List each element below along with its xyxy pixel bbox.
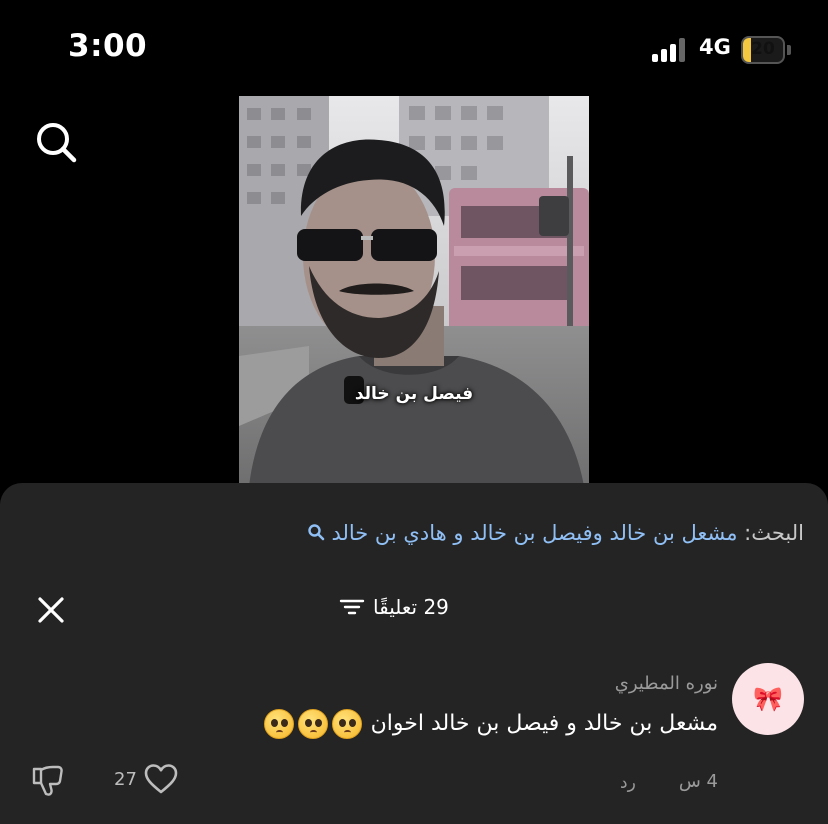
search-icon-small bbox=[308, 524, 325, 541]
comment-body: مشعل بن خالد و فيصل بن خالد اخوان bbox=[370, 711, 718, 736]
battery-icon: 20 bbox=[741, 36, 785, 64]
close-icon bbox=[38, 597, 64, 623]
thumbs-down-icon bbox=[32, 765, 63, 796]
bow-icon: 🎀 bbox=[753, 685, 783, 713]
related-search-label: البحث: bbox=[744, 521, 804, 545]
battery-level: 20 bbox=[751, 39, 775, 59]
pleading-face-emojis bbox=[262, 709, 364, 739]
like-count: 27 bbox=[114, 768, 137, 790]
search-icon[interactable] bbox=[32, 118, 80, 166]
heart-icon bbox=[144, 764, 178, 794]
video-caption: فيصل بن خالد bbox=[354, 384, 474, 404]
comment-author[interactable]: نوره المطيري bbox=[615, 673, 718, 694]
comments-sheet: البحث: مشعل بن خالد وفيصل بن خالد و هادي… bbox=[0, 483, 828, 824]
sort-filter-icon bbox=[339, 599, 365, 615]
comment-count: 29 تعليقًا bbox=[373, 595, 449, 619]
video-frame-image bbox=[239, 96, 589, 486]
status-time: 3:00 bbox=[68, 28, 148, 64]
related-search-link[interactable]: البحث: مشعل بن خالد وفيصل بن خالد و هادي… bbox=[307, 521, 804, 545]
video-player[interactable]: فيصل بن خالد bbox=[239, 96, 589, 486]
pleading-face-emoji bbox=[297, 709, 328, 739]
related-search-query: مشعل بن خالد وفيصل بن خالد و هادي بن خال… bbox=[331, 521, 738, 545]
pleading-face-emoji bbox=[331, 709, 362, 739]
avatar[interactable]: 🎀 bbox=[732, 663, 804, 735]
comment-text: مشعل بن خالد و فيصل بن خالد اخوان bbox=[262, 709, 718, 739]
close-button[interactable] bbox=[34, 593, 68, 627]
like-button[interactable]: 27 bbox=[114, 763, 179, 795]
pleading-face-emoji bbox=[263, 709, 294, 739]
dislike-button[interactable] bbox=[30, 763, 66, 799]
comment-time: 4 س bbox=[678, 771, 718, 792]
comment-count-header[interactable]: 29 تعليقًا bbox=[339, 595, 449, 619]
signal-strength-icon bbox=[652, 38, 690, 62]
network-type: 4G bbox=[699, 35, 731, 59]
battery-tip bbox=[787, 45, 791, 55]
reply-button[interactable]: رد bbox=[620, 773, 636, 793]
